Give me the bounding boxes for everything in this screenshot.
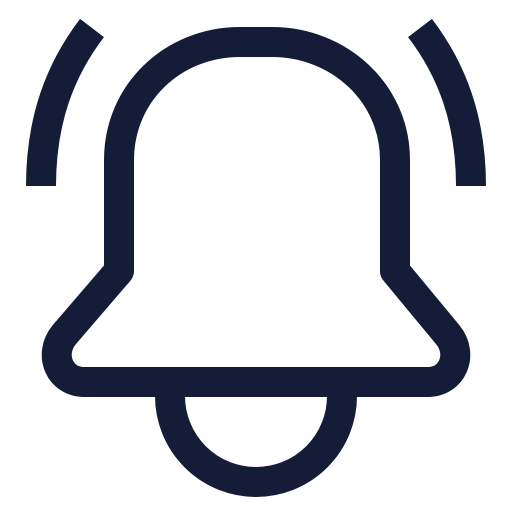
ring-arc-right xyxy=(407,18,486,187)
bell-ringing-icon xyxy=(26,18,486,497)
bell-body xyxy=(41,27,471,397)
icon-canvas xyxy=(0,0,512,512)
bell-clapper xyxy=(155,395,357,497)
ring-arc-left xyxy=(26,18,105,187)
